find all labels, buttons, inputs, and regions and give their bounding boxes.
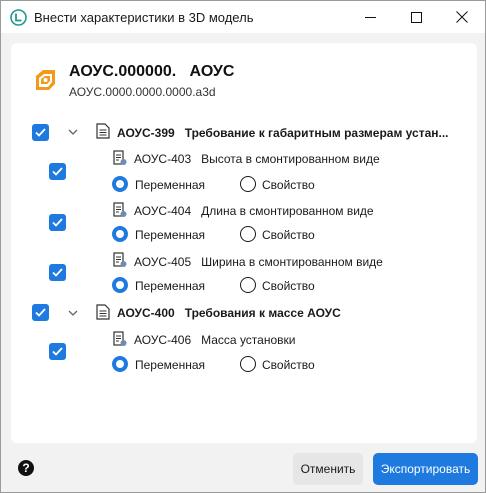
radio-property-aous-405[interactable] <box>240 277 256 293</box>
close-button[interactable] <box>439 1 485 33</box>
checkmark-icon <box>52 218 63 227</box>
requirement-icon <box>113 150 127 165</box>
radio-label-variable: Переменная <box>135 178 205 192</box>
window-title: Внести характеристики в 3D модель <box>34 10 254 25</box>
maximize-icon <box>410 11 422 23</box>
item-label-aous-403: АОУС-403 Высота в смонтированном виде <box>134 152 380 166</box>
requirement-icon <box>113 331 127 346</box>
cancel-button[interactable]: Отменить <box>293 453 363 485</box>
close-icon <box>456 11 468 23</box>
document-title: АОУС.000000. АОУС <box>69 63 235 80</box>
item-label-aous-405: АОУС-405 Ширина в смонтированном виде <box>134 255 383 269</box>
document-icon <box>96 304 110 320</box>
radio-label-property: Свойство <box>262 228 315 242</box>
radio-label-property: Свойство <box>262 279 315 293</box>
radio-property-aous-406[interactable] <box>240 356 256 372</box>
app-logo-icon <box>10 9 27 26</box>
checkmark-icon <box>35 308 46 317</box>
group-checkbox-aous-399[interactable] <box>32 124 49 141</box>
radio-property-aous-404[interactable] <box>240 226 256 242</box>
title-bar: Внести характеристики в 3D модель <box>1 1 485 33</box>
group-label-aous-400: АОУС-400 Требования к массе АОУС <box>117 306 341 320</box>
help-icon[interactable]: ? <box>18 460 34 476</box>
chevron-down-icon[interactable] <box>68 308 78 318</box>
requirement-icon <box>113 202 127 217</box>
chevron-down-icon[interactable] <box>68 127 78 137</box>
checkmark-icon <box>52 268 63 277</box>
document-icon <box>96 123 110 139</box>
export-button[interactable]: Экспортировать <box>373 453 478 485</box>
maximize-button[interactable] <box>393 1 439 33</box>
checkmark-icon <box>52 347 63 356</box>
radio-label-variable: Переменная <box>135 358 205 372</box>
radio-label-property: Свойство <box>262 358 315 372</box>
radio-variable-aous-405[interactable] <box>112 277 128 293</box>
document-filename: АОУС.0000.0000.0000.a3d <box>69 85 216 99</box>
group-checkbox-aous-400[interactable] <box>32 304 49 321</box>
item-label-aous-406: АОУС-406 Масса установки <box>134 333 296 347</box>
3d-model-icon <box>36 70 55 90</box>
minimize-icon <box>364 16 376 18</box>
radio-variable-aous-406[interactable] <box>112 356 128 372</box>
radio-label-variable: Переменная <box>135 279 205 293</box>
checkmark-icon <box>52 167 63 176</box>
content-panel <box>11 43 477 443</box>
radio-variable-aous-404[interactable] <box>112 226 128 242</box>
radio-label-property: Свойство <box>262 178 315 192</box>
item-checkbox-aous-404[interactable] <box>49 214 66 231</box>
minimize-button[interactable] <box>347 1 393 33</box>
item-checkbox-aous-403[interactable] <box>49 163 66 180</box>
radio-property-aous-403[interactable] <box>240 176 256 192</box>
radio-label-variable: Переменная <box>135 228 205 242</box>
dialog-window: Внести характеристики в 3D модель АОУС.0… <box>0 0 486 493</box>
radio-variable-aous-403[interactable] <box>112 176 128 192</box>
item-label-aous-404: АОУС-404 Длина в смонтированном виде <box>134 204 374 218</box>
item-checkbox-aous-406[interactable] <box>49 343 66 360</box>
group-label-aous-399: АОУС-399 Требование к габаритным размерам… <box>117 126 449 140</box>
item-checkbox-aous-405[interactable] <box>49 264 66 281</box>
checkmark-icon <box>35 128 46 137</box>
requirement-icon <box>113 252 127 267</box>
